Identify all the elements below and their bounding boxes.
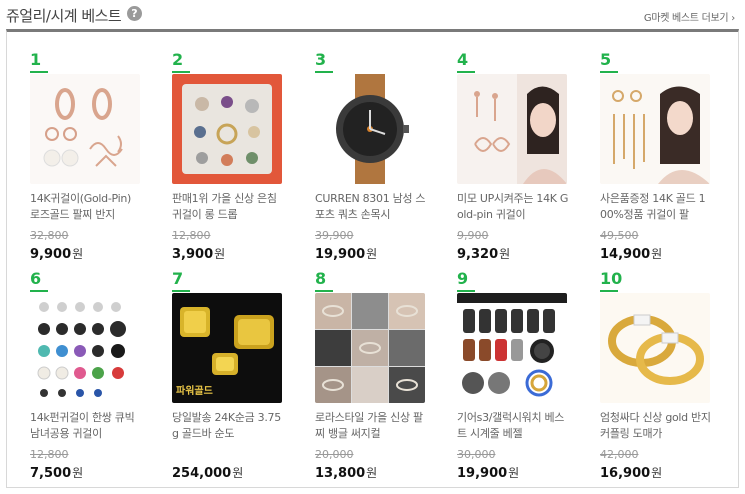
currency-unit: 원 xyxy=(651,247,663,261)
original-price: 30,000 xyxy=(457,448,496,461)
price-value: 19,900 xyxy=(457,466,508,481)
product-item[interactable]: 2 판매1위 가을 신상 은침귀걸이 롱 드롭 12,800 3,900원 xyxy=(172,50,302,265)
product-item[interactable]: 3 CURREN 8301 남성 스포츠 쿼츠 손목시 39,900 19,90… xyxy=(315,50,445,265)
product-name: 로라스타일 가을 신상 팔찌 뱅글 써지컬 xyxy=(315,411,423,440)
product-item[interactable]: 5 사은품증정 14K 골드 100%정품 귀걸이 팔 49,500 14,90… xyxy=(600,50,730,265)
product-item[interactable]: 1 14K귀걸이(Gold-Pin) 로즈골드 팔찌 반지 32,800 9,9… xyxy=(30,50,160,265)
sale-price: 19,900원 xyxy=(315,245,377,262)
original-price: 12,800 xyxy=(172,229,211,242)
more-best-link[interactable]: G마켓 베스트 더보기 › xyxy=(644,9,735,24)
product-name: 당일발송 24K순금 3.75g 골드바 순도 xyxy=(172,411,281,440)
rose-gold-earrings-image[interactable] xyxy=(30,74,140,184)
rank-number: 5 xyxy=(600,50,612,69)
price-value: 9,900 xyxy=(30,247,72,262)
price-value: 254,000 xyxy=(172,466,232,481)
rank-underline xyxy=(457,290,475,292)
original-price: 20,000 xyxy=(315,448,354,461)
sale-price: 14,900원 xyxy=(600,245,662,262)
original-price: 49,500 xyxy=(600,229,639,242)
original-price: 42,000 xyxy=(600,448,639,461)
rank-number: 9 xyxy=(457,269,469,288)
product-name: 엄청싸다 신상 gold 반지 커플링 도매가 xyxy=(600,411,711,440)
rank-number: 1 xyxy=(30,50,42,69)
watch-bands-image[interactable] xyxy=(457,293,567,403)
rank-number: 4 xyxy=(457,50,469,69)
price-value: 3,900 xyxy=(172,247,214,262)
stud-earrings-grid-image[interactable] xyxy=(30,293,140,403)
product-item[interactable]: 9 기어s3/갤럭시워치 베스트 시계줄 베젤 30,000 19,900원 xyxy=(457,269,587,484)
rank-underline xyxy=(172,290,190,292)
rank-number: 8 xyxy=(315,269,327,288)
rank-underline xyxy=(600,71,618,73)
original-price: 39,900 xyxy=(315,229,354,242)
original-price: 32,800 xyxy=(30,229,69,242)
product-name: 판매1위 가을 신상 은침귀걸이 롱 드롭 xyxy=(172,192,277,221)
rank-underline xyxy=(172,71,190,73)
best-products-panel: 1 14K귀걸이(Gold-Pin) 로즈골드 팔찌 반지 32,800 9,9… xyxy=(6,29,739,488)
bracelet-collage-image[interactable] xyxy=(315,293,425,403)
sale-price: 13,800원 xyxy=(315,464,377,481)
product-name: 미모 UP시켜주는 14K Gold-pin 귀걸이 xyxy=(457,192,569,221)
rank-number: 10 xyxy=(600,269,623,288)
currency-unit: 원 xyxy=(366,247,378,261)
currency-unit: 원 xyxy=(651,466,663,480)
earring-set-image[interactable] xyxy=(172,74,282,184)
currency-unit: 원 xyxy=(72,466,84,480)
rank-underline xyxy=(457,71,475,73)
gold-bar-thumb-text: 파워골드 xyxy=(176,386,213,397)
rank-underline xyxy=(600,290,618,292)
gold-earrings-model-image[interactable] xyxy=(600,74,710,184)
product-item[interactable]: 4 미모 UP시켜주는 14K Gold-pin 귀걸이 9,900 9,320… xyxy=(457,50,587,265)
original-price: 12,800 xyxy=(30,448,69,461)
currency-unit: 원 xyxy=(366,466,378,480)
currency-unit: 원 xyxy=(508,466,520,480)
gold-rings-image[interactable] xyxy=(600,293,710,403)
product-name: 14K귀걸이(Gold-Pin) 로즈골드 팔찌 반지 xyxy=(30,192,132,221)
currency-unit: 원 xyxy=(232,466,244,480)
chevron-right-icon: › xyxy=(731,13,735,24)
price-value: 14,900 xyxy=(600,247,651,262)
rank-number: 6 xyxy=(30,269,42,288)
product-item[interactable]: 6 14k펀귀걸이 한쌍 큐빅 남녀공용 귀걸이 12,800 7,500원 xyxy=(30,269,160,484)
rank-underline xyxy=(30,290,48,292)
rank-underline xyxy=(315,71,333,73)
section-header: 쥬얼리/시계 베스트 ? G마켓 베스트 더보기 › xyxy=(0,0,745,30)
product-name: CURREN 8301 남성 스포츠 쿼츠 손목시 xyxy=(315,192,426,221)
sale-price: 9,900원 xyxy=(30,245,83,262)
sale-price: 3,900원 xyxy=(172,245,225,262)
rank-number: 7 xyxy=(172,269,184,288)
price-value: 7,500 xyxy=(30,466,72,481)
product-name: 14k펀귀걸이 한쌍 큐빅 남녀공용 귀걸이 xyxy=(30,411,135,440)
wristwatch-image[interactable] xyxy=(315,74,425,184)
gold-bar-image[interactable]: 파워골드 xyxy=(172,293,282,403)
sale-price: 16,900원 xyxy=(600,464,662,481)
sale-price: 254,000원 xyxy=(172,464,243,481)
help-icon[interactable]: ? xyxy=(127,6,142,21)
product-name: 기어s3/갤럭시워치 베스트 시계줄 베젤 xyxy=(457,411,565,440)
price-value: 13,800 xyxy=(315,466,366,481)
rank-number: 3 xyxy=(315,50,327,69)
price-value: 19,900 xyxy=(315,247,366,262)
currency-unit: 원 xyxy=(72,247,84,261)
price-value: 16,900 xyxy=(600,466,651,481)
section-title: 쥬얼리/시계 베스트 xyxy=(6,7,122,25)
product-item[interactable]: 7 파워골드 당일발송 24K순금 3.75g 골드바 순도 254,000원 xyxy=(172,269,302,484)
product-name: 사은품증정 14K 골드 100%정품 귀걸이 팔 xyxy=(600,192,706,221)
rank-underline xyxy=(315,290,333,292)
price-value: 9,320 xyxy=(457,247,499,262)
sale-price: 9,320원 xyxy=(457,245,510,262)
currency-unit: 원 xyxy=(499,247,511,261)
more-best-label: G마켓 베스트 더보기 xyxy=(643,13,729,24)
rank-underline xyxy=(30,71,48,73)
original-price: 9,900 xyxy=(457,229,489,242)
model-earrings-image[interactable] xyxy=(457,74,567,184)
product-item[interactable]: 10 엄청싸다 신상 gold 반지 커플링 도매가 42,000 16,900… xyxy=(600,269,730,484)
currency-unit: 원 xyxy=(214,247,226,261)
sale-price: 7,500원 xyxy=(30,464,83,481)
sale-price: 19,900원 xyxy=(457,464,519,481)
product-item[interactable]: 8 로라스타일 가을 신상 팔찌 뱅글 써지컬 20,000 13,800원 xyxy=(315,269,445,484)
rank-number: 2 xyxy=(172,50,184,69)
